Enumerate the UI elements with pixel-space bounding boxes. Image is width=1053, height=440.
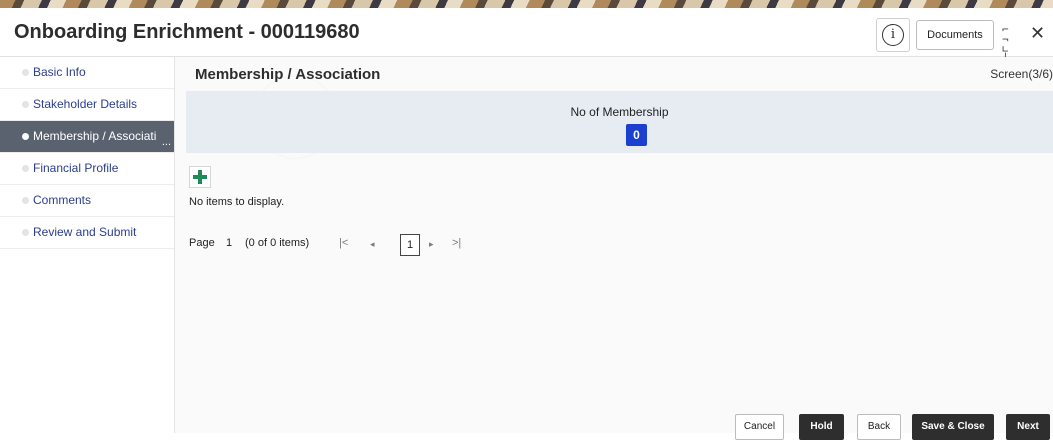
sidebar-item-label: Membership / Associati [33, 129, 157, 143]
window-header: Onboarding Enrichment - 000119680 i Docu… [0, 8, 1053, 65]
page-label: Page [189, 237, 215, 249]
sidebar-item-label: Review and Submit [33, 225, 137, 239]
step-dot-icon [22, 133, 29, 140]
expand-icon[interactable]: ⌐ ¬∟ ┘ [1002, 24, 1018, 65]
sidebar-item-basic-info[interactable]: Basic Info [0, 57, 174, 89]
step-dot-icon [22, 229, 29, 236]
sidebar-item-financial-profile[interactable]: Financial Profile [0, 153, 174, 185]
empty-list-message: No items to display. [189, 196, 285, 208]
back-button[interactable]: Back [857, 414, 901, 440]
membership-count-label: No of Membership [570, 105, 669, 119]
membership-summary: No of Membership 0 [186, 91, 1053, 153]
sidebar-item-label: Stakeholder Details [33, 97, 138, 111]
documents-button[interactable]: Documents [916, 20, 994, 50]
step-dot-icon [22, 69, 29, 76]
section-title: Membership / Association [195, 66, 381, 83]
last-page-icon[interactable]: >| [452, 237, 461, 249]
first-page-icon[interactable]: |< [339, 237, 348, 249]
top-decorative-band [0, 0, 1053, 8]
plus-icon-vertical [198, 170, 202, 184]
step-dot-icon [22, 197, 29, 204]
membership-count-badge: 0 [626, 124, 647, 146]
step-dot-icon [22, 165, 29, 172]
sidebar-item-stakeholder-details[interactable]: Stakeholder Details [0, 89, 174, 121]
save-and-close-button[interactable]: Save & Close [912, 414, 994, 440]
sidebar-item-label: Comments [33, 193, 92, 207]
next-button[interactable]: Next [1006, 414, 1050, 440]
info-icon[interactable]: i [882, 24, 904, 46]
sidebar-item-label: Financial Profile [33, 161, 119, 175]
step-dot-icon [22, 101, 29, 108]
sidebar-item-membership-association[interactable]: Membership / Associati ... [0, 121, 174, 153]
sidebar: Basic Info Stakeholder Details Membershi… [0, 57, 175, 433]
items-info: (0 of 0 items) [245, 237, 310, 249]
current-page-button[interactable]: 1 [400, 234, 420, 256]
main-content: Membership / Association Screen(3/6) No … [175, 57, 1053, 433]
page-number: 1 [226, 237, 233, 249]
sidebar-item-comments[interactable]: Comments [0, 185, 174, 217]
add-membership-button[interactable] [189, 166, 211, 188]
hold-button[interactable]: Hold [799, 414, 844, 440]
page-title: Onboarding Enrichment - 000119680 [14, 21, 360, 43]
next-page-icon[interactable]: ▸ [429, 239, 434, 250]
prev-page-icon[interactable]: ◂ [370, 239, 375, 250]
cancel-button[interactable]: Cancel [735, 414, 784, 440]
sidebar-item-review-and-submit[interactable]: Review and Submit [0, 217, 174, 249]
close-icon[interactable]: ✕ [1030, 23, 1045, 44]
sidebar-item-label: Basic Info [33, 65, 86, 79]
screen-indicator: Screen(3/6) [990, 67, 1053, 81]
